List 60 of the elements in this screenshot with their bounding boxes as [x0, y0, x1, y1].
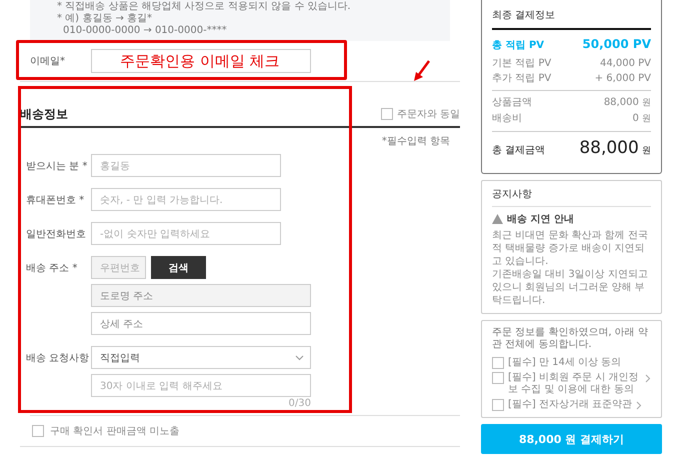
- notice-text: 최근 비대면 문화 확산과 함께 전국적 택배물량 증가로 배송이 지연되고 있습니다.: [492, 229, 649, 268]
- agreement-label: [필수] 만 14세 이상 동의: [508, 357, 622, 369]
- text-field[interactable]: 홍길동: [91, 154, 281, 177]
- field-label: 이메일*: [30, 55, 66, 68]
- chevron-down-icon: [295, 354, 304, 360]
- request-dropdown[interactable]: 직접입력: [91, 346, 311, 369]
- zipcode-field[interactable]: 우편번호: [91, 256, 146, 279]
- summary-label: 기본 적립 PV: [492, 57, 552, 71]
- currency-unit: 원: [642, 98, 651, 108]
- email-field[interactable]: 주문확인용 이메일 체크: [91, 49, 311, 73]
- checkbox[interactable]: [380, 108, 393, 120]
- annotation-text: 주문확인용 이메일 체크: [119, 52, 280, 70]
- checkbox[interactable]: [492, 372, 504, 384]
- field-label: 받으시는 분 *: [26, 160, 88, 174]
- text-field[interactable]: -없이 숫자만 입력하세요: [91, 222, 281, 245]
- summary-value: 88,000: [579, 138, 639, 158]
- summary-label: 총 결제금액: [492, 144, 546, 158]
- checkbox[interactable]: [492, 357, 504, 369]
- field-label: 휴대폰번호 *: [26, 194, 86, 208]
- required-note: *필수입력 항목: [380, 135, 450, 148]
- request-text-field[interactable]: 30자 이내로 입력 해주세요: [91, 374, 311, 397]
- field-label: 일반전화번호: [26, 228, 87, 242]
- summary-label: 상품금액: [492, 96, 532, 110]
- notice-text: 기존배송일 대비 3일이상 지연되고 있으니 회원님의 너그러운 양해 부탁드립니다.: [492, 268, 649, 307]
- annotation-arrow: [413, 60, 431, 82]
- field-label: 배송 요청사항: [26, 352, 90, 366]
- agreement-intro: 주문 정보를 확인하였으며, 아래 약관 전체에 동의합니다.: [492, 326, 649, 352]
- search-button[interactable]: 검색: [151, 256, 206, 279]
- notice-heading: 배송 지연 안내: [507, 213, 574, 226]
- currency-unit: 원: [642, 146, 651, 156]
- notice-text: * 직접배송 상품은 해당업체 사정으로 적용되지 않을 수 있습니다.: [57, 1, 352, 13]
- notice-text: 010-0000-0000 → 010-0000-****: [62, 25, 228, 37]
- summary-value: 0: [632, 113, 639, 124]
- agreement-label: [필수] 비회원 주문 시 개인정보 수집 및 이용에 대한 동의: [508, 372, 640, 396]
- address-field: 도로명 주소: [91, 284, 311, 307]
- text-field[interactable]: 숫자, - 만 입력 가능합니다.: [91, 188, 281, 211]
- chevron-right-icon[interactable]: [645, 374, 651, 383]
- checkbox-label: 구매 확인서 판매금액 미노출: [50, 425, 180, 438]
- chevron-right-icon[interactable]: [636, 401, 642, 410]
- summary-label: 총 적립 PV: [492, 39, 544, 53]
- checkbox[interactable]: [32, 425, 44, 437]
- agreement-label: [필수] 전자상거래 표준약관: [508, 399, 632, 411]
- summary-value: 50,000 PV: [582, 36, 651, 53]
- checkbox-label: 주문자와 동일: [396, 108, 460, 121]
- summary-value: 44,000 PV: [600, 57, 651, 71]
- summary-value: + 6,000 PV: [594, 72, 651, 86]
- summary-label: 추가 적립 PV: [492, 72, 552, 86]
- detail-address-field[interactable]: 상세 주소: [91, 312, 311, 335]
- checkbox[interactable]: [492, 399, 504, 411]
- section-title: 배송정보: [20, 106, 68, 122]
- field-label: 배송 주소 *: [26, 262, 78, 276]
- notice-text: * 예) 홍길동 → 홍길*: [57, 13, 153, 25]
- warning-icon: [492, 214, 503, 224]
- character-counter: 0/30: [288, 398, 311, 409]
- card-title: 최종 결제정보: [492, 0, 651, 30]
- currency-unit: 원: [642, 114, 651, 124]
- summary-value: 88,000: [604, 97, 639, 108]
- pay-button[interactable]: 88,000 원 결제하기: [481, 424, 662, 454]
- card-title: 공지사항: [492, 181, 651, 207]
- summary-label: 배송비: [492, 112, 522, 126]
